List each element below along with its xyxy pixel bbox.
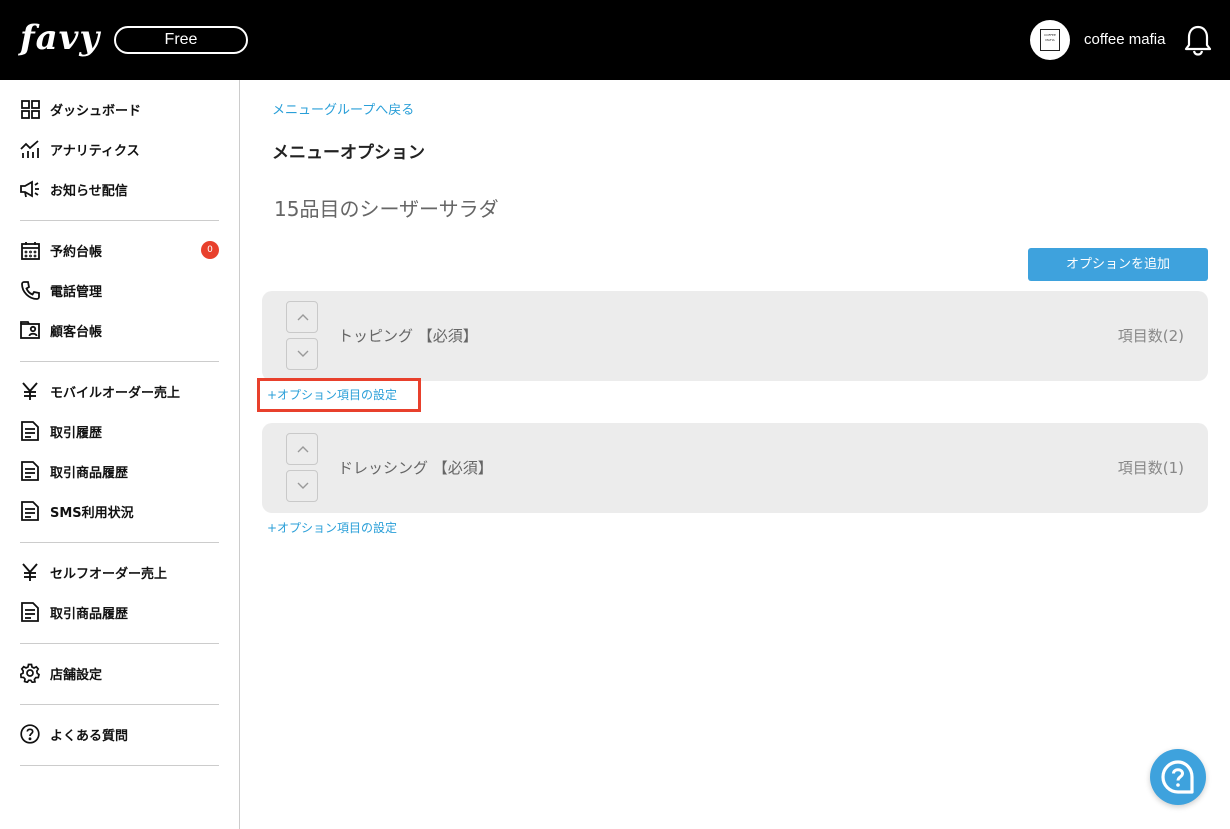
sidebar-item-transaction-history[interactable]: 取引履歴 xyxy=(20,419,220,443)
document-icon xyxy=(20,602,40,622)
document-icon xyxy=(20,501,40,521)
sidebar-item-announcements[interactable]: お知らせ配信 xyxy=(20,177,220,201)
option-group-topping[interactable]: トッピング 【必須】 項目数(2) xyxy=(262,291,1208,381)
sidebar-item-self-order-sales[interactable]: セルフオーダー売上 xyxy=(20,560,220,584)
bell-icon[interactable] xyxy=(1184,24,1212,56)
plan-badge[interactable]: Free xyxy=(114,26,248,54)
sidebar-item-sms-usage[interactable]: SMS利用状況 xyxy=(20,499,220,523)
sidebar-item-label: 取引商品履歴 xyxy=(50,465,129,481)
yen-icon xyxy=(20,562,40,582)
sidebar-item-label: 取引商品履歴 xyxy=(50,606,129,622)
sidebar-item-self-order-product-history[interactable]: 取引商品履歴 xyxy=(20,600,220,624)
yen-icon xyxy=(20,381,40,401)
sidebar-item-analytics[interactable]: アナリティクス xyxy=(20,137,220,161)
phone-icon xyxy=(20,280,40,300)
option-item-count: 項目数(2) xyxy=(1117,327,1184,345)
shop-avatar-logo: COFFEE MAFIA xyxy=(1040,29,1060,51)
sidebar-item-label: お知らせ配信 xyxy=(50,183,128,199)
chevron-down-icon xyxy=(297,482,309,489)
document-icon xyxy=(20,421,40,441)
sidebar-item-faq[interactable]: よくある質問 xyxy=(20,722,220,746)
option-group-name: トッピング 【必須】 xyxy=(338,327,478,345)
document-icon xyxy=(20,461,40,481)
help-chat-icon xyxy=(1161,760,1194,794)
favy-logo[interactable]: favy xyxy=(20,18,100,58)
sidebar-item-label: 予約台帳 xyxy=(50,244,103,260)
shop-name[interactable]: coffee mafia xyxy=(1084,30,1165,50)
move-up-button[interactable] xyxy=(286,301,318,333)
back-to-menu-group-link[interactable]: メニューグループへ戻る xyxy=(272,99,414,118)
chevron-down-icon xyxy=(297,350,309,357)
calendar-icon xyxy=(20,240,40,260)
sidebar-divider xyxy=(20,361,219,362)
sidebar-item-store-settings[interactable]: 店舗設定 xyxy=(20,661,220,685)
move-down-button[interactable] xyxy=(286,470,318,502)
sidebar-item-label: 電話管理 xyxy=(50,284,103,300)
sidebar-item-customers[interactable]: 顧客台帳 xyxy=(20,318,220,342)
sidebar-item-label: 顧客台帳 xyxy=(50,324,103,340)
menu-item-title: 15品目のシーザーサラダ xyxy=(274,197,499,221)
highlight-box xyxy=(257,378,421,412)
gear-icon xyxy=(20,663,40,683)
contact-card-icon xyxy=(20,320,40,340)
sidebar-item-reservations[interactable]: 予約台帳 0 xyxy=(20,238,220,262)
sidebar-item-dashboard[interactable]: ダッシュボード xyxy=(20,97,220,121)
move-down-button[interactable] xyxy=(286,338,318,370)
question-circle-icon xyxy=(20,724,40,744)
option-item-count: 項目数(1) xyxy=(1117,459,1184,477)
sidebar-divider xyxy=(20,704,219,705)
option-group-name: ドレッシング 【必須】 xyxy=(338,459,493,477)
chevron-up-icon xyxy=(297,314,309,321)
sidebar-item-label: モバイルオーダー売上 xyxy=(50,385,181,401)
move-up-button[interactable] xyxy=(286,433,318,465)
chevron-up-icon xyxy=(297,446,309,453)
page-title: メニューオプション xyxy=(272,143,425,163)
sidebar-divider xyxy=(20,220,219,221)
add-option-button[interactable]: オプションを追加 xyxy=(1028,248,1208,281)
sidebar-item-phone[interactable]: 電話管理 xyxy=(20,278,220,302)
sidebar-divider xyxy=(20,765,219,766)
sidebar-item-label: セルフオーダー売上 xyxy=(50,566,168,582)
option-item-settings-link[interactable]: +オプション項目の設定 xyxy=(267,519,397,536)
sidebar-item-label: 店舗設定 xyxy=(50,667,103,683)
sidebar-item-mobile-order-sales[interactable]: モバイルオーダー売上 xyxy=(20,379,220,403)
sidebar-item-label: 取引履歴 xyxy=(50,425,103,441)
sidebar-item-label: アナリティクス xyxy=(50,143,140,159)
megaphone-icon xyxy=(20,179,40,199)
notification-badge: 0 xyxy=(201,241,219,259)
help-chat-button[interactable] xyxy=(1150,749,1206,805)
sidebar: ダッシュボード アナリティクス お知らせ配信 予約台帳 0 電話管理 顧客台帳 … xyxy=(0,80,240,829)
grid-icon xyxy=(20,99,40,119)
shop-avatar[interactable]: COFFEE MAFIA xyxy=(1030,20,1070,60)
sidebar-item-transaction-product-history[interactable]: 取引商品履歴 xyxy=(20,459,220,483)
top-header: favy Free COFFEE MAFIA coffee mafia xyxy=(0,0,1230,80)
sidebar-item-label: SMS利用状況 xyxy=(50,505,134,521)
option-group-dressing[interactable]: ドレッシング 【必須】 項目数(1) xyxy=(262,423,1208,513)
sidebar-item-label: よくある質問 xyxy=(50,728,129,744)
sidebar-divider xyxy=(20,542,219,543)
sidebar-item-label: ダッシュボード xyxy=(50,103,142,119)
chart-icon xyxy=(20,139,40,159)
sidebar-divider xyxy=(20,643,219,644)
